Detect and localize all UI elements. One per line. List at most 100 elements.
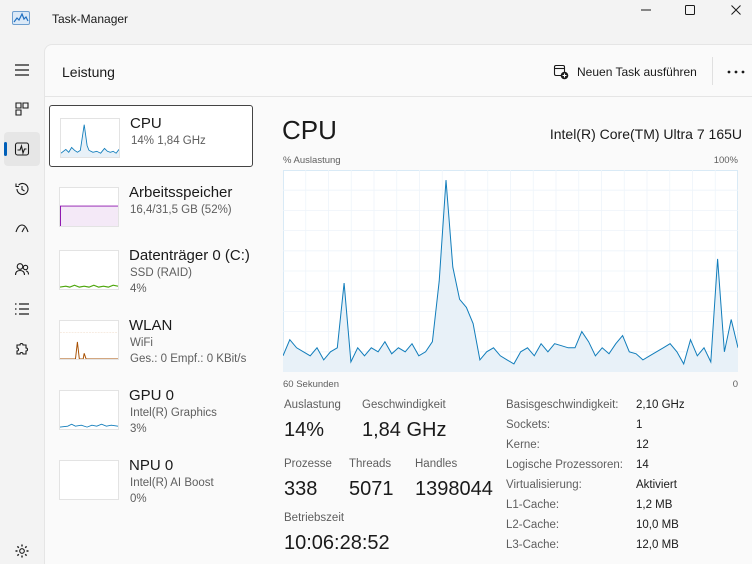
wlan-sparkline: [59, 320, 119, 360]
minimize-button[interactable]: [623, 0, 669, 20]
stat-utilization-label: Auslastung: [284, 399, 341, 411]
app-title: Task-Manager: [52, 12, 129, 26]
stat-handles-value: 1398044: [415, 478, 493, 500]
speedometer-icon: [15, 224, 29, 233]
task-manager-app-icon: [12, 11, 30, 25]
nav-performance[interactable]: [4, 132, 40, 166]
nav-users[interactable]: [4, 252, 40, 286]
perf-item-sub: SSD (RAID): [130, 267, 192, 279]
info-value: 12,0 MB: [636, 539, 679, 551]
performance-icon: [14, 142, 30, 156]
info-value: 12: [636, 439, 649, 451]
perf-item-memory[interactable]: Arbeitsspeicher 16,4/31,5 GB (52%): [49, 175, 253, 237]
perf-item-gpu[interactable]: GPU 0 Intel(R) Graphics 3%: [49, 378, 253, 440]
stat-speed-label: Geschwindigkeit: [362, 399, 446, 411]
stat-utilization-value: 14%: [284, 419, 325, 441]
run-new-task-button[interactable]: Neuen Task ausführen: [553, 61, 697, 83]
info-label: Sockets:: [506, 419, 551, 431]
graph-grid: [283, 170, 738, 372]
stat-handles-label: Handles: [415, 458, 458, 470]
info-value: 14: [636, 459, 649, 471]
info-value: 1: [636, 419, 643, 431]
users-icon: [14, 263, 30, 276]
perf-item-name: CPU: [130, 115, 162, 132]
perf-item-name: Arbeitsspeicher: [129, 184, 233, 201]
graph-x-start: 60 Sekunden: [283, 379, 339, 390]
graph-x-end: 0: [732, 379, 738, 390]
more-icon: [727, 70, 745, 74]
info-label: Basisgeschwindigkeit:: [506, 399, 619, 411]
detail-title: CPU: [282, 115, 337, 145]
gpu-sparkline: [59, 390, 119, 430]
minimize-icon: [641, 9, 651, 11]
perf-item-sub-2: 4%: [130, 283, 147, 295]
info-label: L1-Cache:: [506, 499, 560, 511]
cpu-usage-graph: [283, 170, 738, 372]
info-label: L2-Cache:: [506, 519, 560, 531]
stat-threads-value: 5071: [349, 478, 394, 500]
info-label: Kerne:: [506, 439, 540, 451]
navigation-rail: [0, 44, 44, 564]
close-icon: [731, 5, 741, 15]
perf-item-sub-2: 0%: [130, 493, 147, 505]
nav-details[interactable]: [4, 292, 40, 326]
maximize-button[interactable]: [667, 0, 713, 20]
history-icon: [15, 182, 29, 195]
memory-sparkline-fill: [60, 206, 118, 226]
stat-uptime-value: 10:06:28:52: [284, 532, 390, 554]
info-label: Logische Prozessoren:: [506, 459, 623, 471]
graph-y-label: % Auslastung: [283, 155, 341, 166]
perf-item-name: WLAN: [129, 317, 173, 334]
nav-app-history[interactable]: [4, 172, 40, 206]
active-indicator: [4, 142, 7, 156]
perf-item-sub-2: Ges.: 0 Empf.: 0 KBit/s: [130, 353, 247, 365]
stat-speed-value: 1,84 GHz: [362, 419, 447, 441]
list-icon: [15, 303, 29, 315]
main-panel: Leistung Neuen Task ausführen CPU 14% 1,…: [44, 44, 752, 564]
perf-item-npu[interactable]: NPU 0 Intel(R) AI Boost 0%: [49, 448, 253, 510]
page-title: Leistung: [62, 64, 115, 80]
info-value: 2,10 GHz: [636, 399, 685, 411]
cpu-model: Intel(R) Core(TM) Ultra 7 165U: [549, 126, 742, 142]
graph-y-max: 100%: [713, 155, 738, 166]
new-task-icon: [553, 64, 569, 80]
title-bar: Task-Manager: [0, 0, 752, 44]
cpu-sparkline: [60, 118, 120, 158]
perf-item-sub: 14% 1,84 GHz: [131, 135, 206, 147]
puzzle-icon: [16, 342, 29, 355]
hamburger-icon: [15, 64, 29, 76]
stat-uptime-label: Betriebszeit: [284, 512, 345, 524]
perf-item-wlan[interactable]: WLAN WiFi Ges.: 0 Empf.: 0 KBit/s: [49, 308, 253, 370]
perf-item-sub: 16,4/31,5 GB (52%): [130, 204, 232, 216]
info-value: Aktiviert: [636, 479, 677, 491]
nav-settings[interactable]: [4, 534, 40, 564]
nav-processes[interactable]: [4, 92, 40, 126]
nav-startup-apps[interactable]: [4, 212, 40, 246]
memory-sparkline: [59, 187, 119, 227]
maximize-icon: [685, 5, 695, 15]
perf-item-disk[interactable]: Datenträger 0 (C:) SSD (RAID) 4%: [49, 238, 253, 300]
perf-item-name: NPU 0: [129, 457, 174, 474]
disk-sparkline: [59, 250, 119, 290]
hamburger-menu-button[interactable]: [4, 53, 40, 87]
perf-item-sub: Intel(R) Graphics: [130, 407, 217, 419]
perf-item-sub-2: 3%: [130, 423, 147, 435]
perf-item-cpu[interactable]: CPU 14% 1,84 GHz: [49, 105, 253, 167]
nav-services[interactable]: [4, 332, 40, 366]
perf-item-sub: Intel(R) AI Boost: [130, 477, 214, 489]
stat-threads-label: Threads: [349, 458, 392, 470]
header-divider: [712, 57, 713, 85]
close-button[interactable]: [713, 0, 752, 20]
info-label: Virtualisierung:: [506, 479, 582, 491]
info-label: L3-Cache:: [506, 539, 560, 551]
perf-item-name: GPU 0: [129, 387, 175, 404]
stat-processes-value: 338: [284, 478, 318, 500]
processes-icon: [15, 102, 29, 116]
more-options-button[interactable]: [725, 61, 747, 83]
page-header: Leistung Neuen Task ausführen: [45, 45, 752, 97]
stat-processes-label: Prozesse: [284, 458, 332, 470]
info-value: 1,2 MB: [636, 499, 673, 511]
gear-icon: [15, 544, 29, 558]
perf-item-sub: WiFi: [130, 337, 153, 349]
npu-sparkline: [59, 460, 119, 500]
